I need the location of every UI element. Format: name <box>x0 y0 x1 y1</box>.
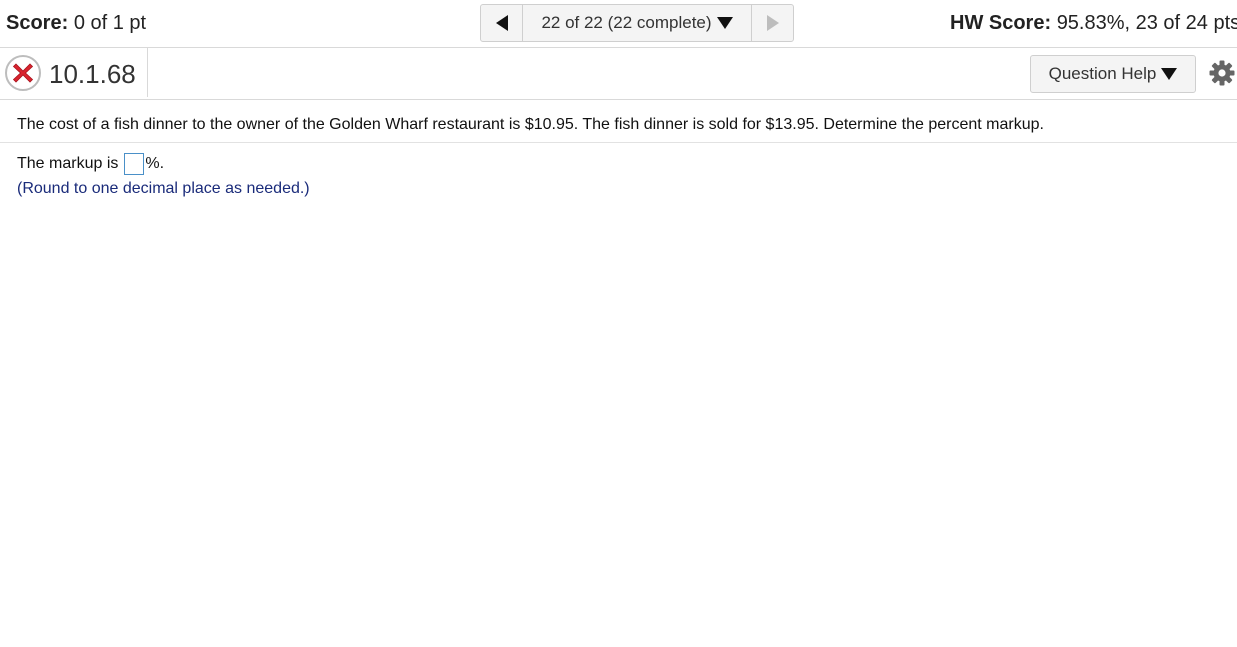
score-value: 0 of 1 pt <box>73 12 147 34</box>
question-list-dropdown[interactable]: 22 of 22 (22 complete) <box>523 5 752 41</box>
question-navigator: 22 of 22 (22 complete) <box>480 4 794 42</box>
hw-score-display: HW Score: 95.83%, 23 of 24 pts <box>950 11 1237 35</box>
question-text: The cost of a fish dinner to the owner o… <box>17 116 1044 133</box>
hw-score-value: 95.83%, 23 of 24 pts <box>1056 12 1237 34</box>
question-help-label: Question Help <box>1048 64 1157 83</box>
top-bar: Score: 0 of 1 pt 22 of 22 (22 complete) … <box>0 0 1237 48</box>
incorrect-x-icon <box>5 55 41 91</box>
next-question-button[interactable] <box>752 5 793 41</box>
answer-prefix: The markup is <box>17 155 119 172</box>
answer-suffix: %. <box>145 155 165 172</box>
question-number: 10.1.68 <box>49 59 136 89</box>
question-position: 22 of 22 (22 complete) <box>541 13 712 32</box>
markup-answer-input[interactable] <box>124 153 145 175</box>
rounding-hint: (Round to one decimal place as needed.) <box>17 180 310 197</box>
previous-question-button[interactable] <box>481 5 523 41</box>
score-display: Score: 0 of 1 pt <box>6 11 146 35</box>
caret-down-icon <box>716 17 733 29</box>
divider <box>147 48 148 97</box>
question-bar: 10.1.68 Question Help <box>0 48 1237 100</box>
answer-line: The markup is %. <box>17 153 164 175</box>
question-help-button[interactable]: Question Help <box>1030 55 1196 93</box>
hw-score-label: HW Score: <box>950 12 1052 34</box>
caret-down-icon <box>1161 68 1178 80</box>
gear-icon[interactable] <box>1208 59 1236 87</box>
arrow-left-icon <box>495 15 508 31</box>
question-separator <box>0 142 1237 143</box>
score-label: Score: <box>6 12 69 34</box>
arrow-right-icon <box>766 15 779 31</box>
